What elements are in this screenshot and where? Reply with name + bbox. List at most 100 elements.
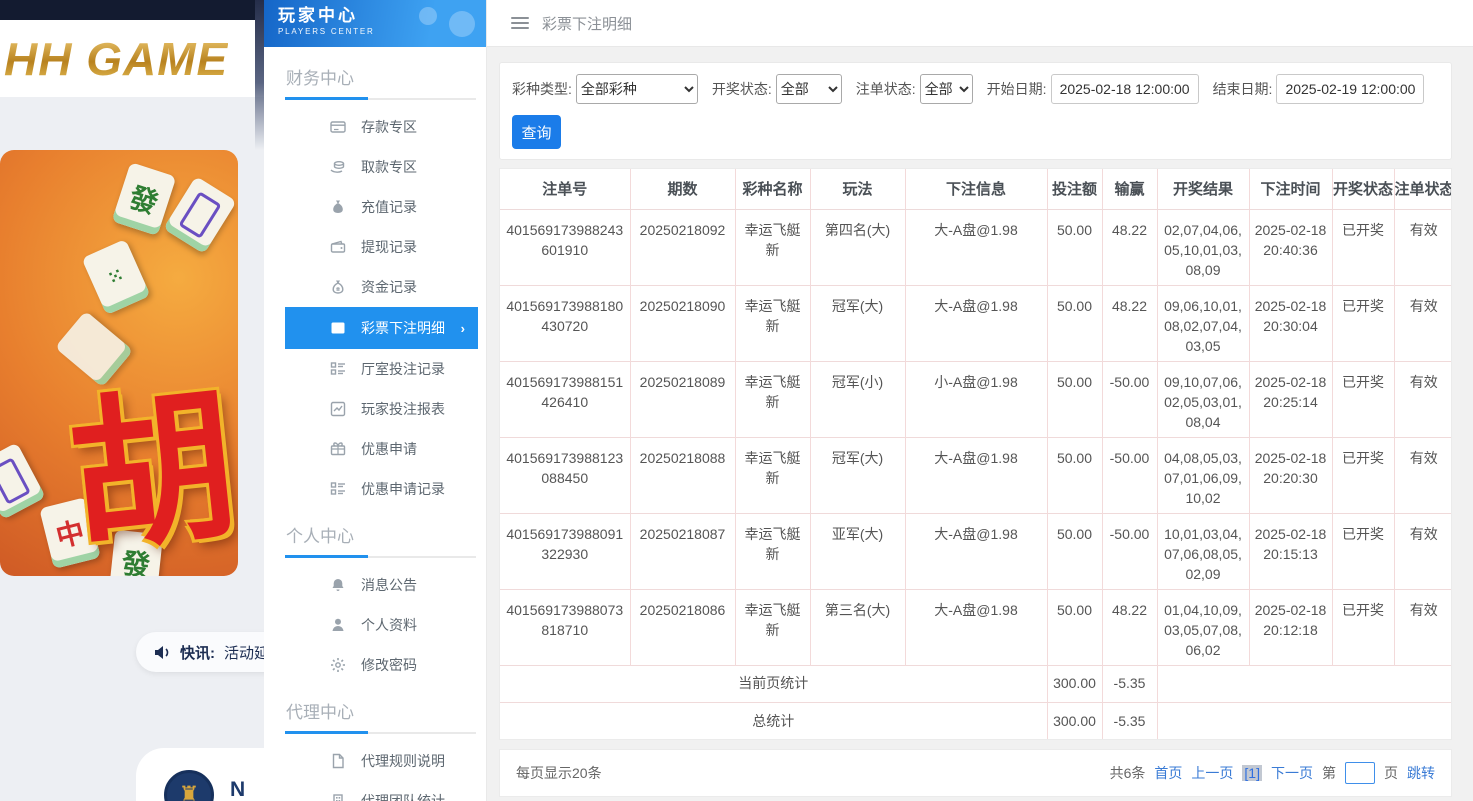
sidebar-item[interactable]: 资金记录	[264, 267, 486, 307]
cell-win-loss: -50.00	[1102, 361, 1157, 437]
column-header: 期数	[630, 169, 735, 209]
sidebar-item[interactable]: 修改密码	[264, 645, 486, 685]
cell-lottery-name: 幸运飞艇新	[735, 361, 810, 437]
summary-win-loss: -5.35	[1102, 665, 1157, 702]
sidebar-item[interactable]: 玩家投注报表	[264, 389, 486, 429]
search-button[interactable]: 查询	[512, 115, 561, 149]
bet-table-panel: 注单号期数彩种名称玩法下注信息投注额输赢开奖结果下注时间开奖状态注单状态 4015…	[499, 168, 1452, 740]
cell-bet-status: 有效	[1394, 589, 1452, 665]
column-header: 投注额	[1047, 169, 1102, 209]
section-divider	[285, 98, 476, 100]
end-date-input[interactable]	[1276, 74, 1424, 104]
summary-empty	[1157, 702, 1452, 739]
promo-banner-image: 發 ⁙ 中 發 胡	[0, 150, 238, 576]
doc-icon	[330, 753, 346, 769]
cell-lottery-name: 幸运飞艇新	[735, 285, 810, 361]
cell-play-type: 第三名(大)	[810, 589, 905, 665]
cell-bet-amount: 50.00	[1047, 209, 1102, 285]
prev-page-link[interactable]: 上一页	[1191, 763, 1233, 783]
next-page-link[interactable]: 下一页	[1271, 763, 1313, 783]
cell-bet-info: 大-A盘@1.98	[905, 285, 1047, 361]
section-title: 个人中心	[264, 509, 486, 556]
sidebar-item-label: 代理团队统计	[361, 791, 445, 801]
goto-page-input[interactable]	[1345, 762, 1375, 784]
mahjong-tile	[0, 442, 46, 519]
cell-bet-amount: 50.00	[1047, 589, 1102, 665]
sidebar-item[interactable]: 厅室投注记录	[264, 349, 486, 389]
club-logo: ♜	[164, 770, 214, 801]
cell-bet-id: 401569173988091322930	[500, 513, 630, 589]
lottery-detail-icon	[330, 320, 346, 336]
start-date-input[interactable]	[1051, 74, 1199, 104]
ticker-text: 活动延	[224, 642, 264, 663]
sidebar-item[interactable]: 充值记录	[264, 187, 486, 227]
sidebar-item[interactable]: 彩票下注明细 ›	[285, 307, 478, 349]
end-date-label: 结束日期:	[1213, 79, 1273, 99]
table-row: 40156917398812308845020250218088幸运飞艇新冠军(…	[500, 437, 1452, 513]
ticker-label: 快讯:	[180, 642, 215, 663]
cell-period: 20250218092	[630, 209, 735, 285]
section-title: 代理中心	[264, 685, 486, 732]
filter-panel: 彩种类型: 全部彩种 开奖状态: 全部 注单状态: 全部 开始日期: 结束日期:…	[499, 62, 1452, 160]
sidebar-item-label: 彩票下注明细	[361, 318, 445, 338]
cell-period: 20250218089	[630, 361, 735, 437]
table-header-row: 注单号期数彩种名称玩法下注信息投注额输赢开奖结果下注时间开奖状态注单状态	[500, 169, 1452, 209]
sidebar-item[interactable]: 优惠申请记录	[264, 469, 486, 509]
speaker-icon	[154, 645, 171, 660]
cell-draw-status: 已开奖	[1332, 361, 1394, 437]
cell-bet-status: 有效	[1394, 437, 1452, 513]
sidebar-header: 玩家中心 PLAYERS CENTER	[264, 0, 486, 47]
cell-draw-status: 已开奖	[1332, 285, 1394, 361]
mahjong-tile: ⁙	[81, 239, 150, 315]
cell-period: 20250218090	[630, 285, 735, 361]
summary-win-loss: -5.35	[1102, 702, 1157, 739]
cell-draw-result: 04,08,05,03,07,01,06,09,10,02	[1157, 437, 1249, 513]
cell-play-type: 亚军(大)	[810, 513, 905, 589]
banner-hu-character: 胡	[57, 330, 238, 576]
sidebar-item-label: 优惠申请记录	[361, 479, 445, 499]
cell-play-type: 第四名(大)	[810, 209, 905, 285]
draw-status-label: 开奖状态:	[712, 79, 772, 99]
cell-win-loss: 48.22	[1102, 285, 1157, 361]
sidebar-item-label: 存款专区	[361, 117, 417, 137]
sidebar-item[interactable]: 取款专区	[264, 147, 486, 187]
cell-draw-status: 已开奖	[1332, 513, 1394, 589]
sidebar-item[interactable]: 存款专区	[264, 107, 486, 147]
goto-prefix: 第	[1322, 763, 1336, 783]
page-title: 彩票下注明细	[542, 13, 632, 34]
cell-bet-id: 401569173988073818710	[500, 589, 630, 665]
cell-play-type: 冠军(大)	[810, 437, 905, 513]
sidebar-item[interactable]: 代理团队统计	[264, 781, 486, 801]
sidebar-item-label: 充值记录	[361, 197, 417, 217]
sidebar-item[interactable]: 提现记录	[264, 227, 486, 267]
gamepad-watermark	[410, 4, 480, 44]
deposit-icon	[330, 119, 346, 135]
sidebar-nav: 财务中心存款专区取款专区充值记录提现记录资金记录彩票下注明细›厅室投注记录玩家投…	[264, 47, 486, 801]
sidebar-item[interactable]: 代理规则说明	[264, 741, 486, 781]
cell-draw-result: 09,10,07,06,02,05,03,01,08,04	[1157, 361, 1249, 437]
first-page-link[interactable]: 首页	[1154, 763, 1182, 783]
sidebar-item[interactable]: 消息公告	[264, 565, 486, 605]
lottery-type-label: 彩种类型:	[512, 79, 572, 99]
column-header: 玩法	[810, 169, 905, 209]
column-header: 彩种名称	[735, 169, 810, 209]
chevron-right-icon: ›	[461, 321, 465, 336]
column-header: 注单号	[500, 169, 630, 209]
cell-lottery-name: 幸运飞艇新	[735, 437, 810, 513]
cell-bet-amount: 50.00	[1047, 285, 1102, 361]
sidebar-item[interactable]: 优惠申请	[264, 429, 486, 469]
cell-bet-status: 有效	[1394, 361, 1452, 437]
cell-draw-status: 已开奖	[1332, 589, 1394, 665]
cell-bet-amount: 50.00	[1047, 361, 1102, 437]
lottery-type-select[interactable]: 全部彩种	[576, 74, 698, 104]
background-page: HH GAME 發 ⁙ 中 發 胡 快讯: 活动延 ♜ N	[0, 0, 264, 801]
background-shade	[255, 0, 264, 150]
page-size-text: 每页显示20条	[516, 763, 602, 783]
cell-lottery-name: 幸运飞艇新	[735, 513, 810, 589]
draw-status-select[interactable]: 全部	[776, 74, 842, 104]
sidebar: 玩家中心 PLAYERS CENTER 财务中心存款专区取款专区充值记录提现记录…	[264, 0, 487, 801]
menu-toggle-icon[interactable]	[511, 17, 529, 29]
bet-status-select[interactable]: 全部	[920, 74, 973, 104]
goto-button[interactable]: 跳转	[1407, 763, 1435, 783]
sidebar-item[interactable]: 个人资料	[264, 605, 486, 645]
